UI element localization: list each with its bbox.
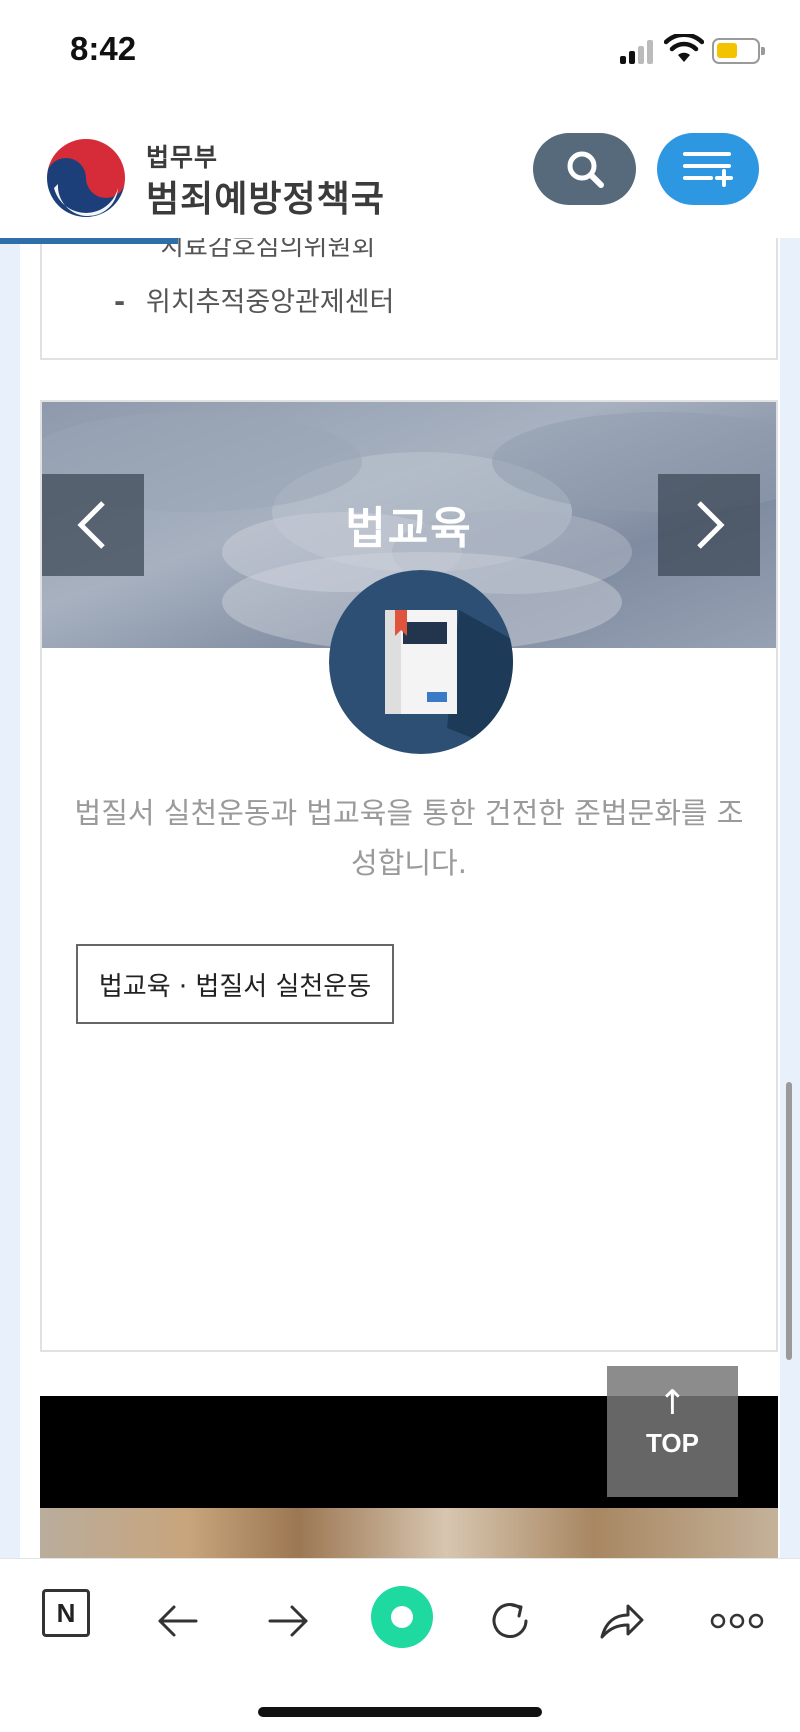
- naver-n-button[interactable]: N: [42, 1589, 90, 1637]
- page-content[interactable]: 치료감호심의위원회 - 위치추적중앙관제센터 법교육 법질서 실천운동과 법교육…: [0, 238, 800, 1558]
- home-button[interactable]: [366, 1581, 438, 1653]
- ministry-name: 법무부: [146, 143, 219, 172]
- submenu-list: 치료감호심의위원회 - 위치추적중앙관제센터: [40, 238, 778, 360]
- menu-plus-icon: [683, 152, 733, 187]
- home-dot-icon: [371, 1586, 433, 1648]
- wifi-icon: [664, 34, 704, 62]
- browser-toolbar: N: [0, 1558, 800, 1732]
- forward-arrow-icon: [268, 1605, 308, 1637]
- refresh-button[interactable]: [478, 1589, 542, 1653]
- chevron-right-icon: [697, 501, 725, 549]
- book-icon: [329, 570, 513, 754]
- department-name[interactable]: 범죄예방정책국: [146, 170, 385, 222]
- refresh-icon: [492, 1603, 528, 1638]
- next-slide-button[interactable]: [658, 474, 760, 576]
- status-time: 8:42: [70, 30, 137, 67]
- battery-icon: [712, 38, 765, 64]
- list-item-cut[interactable]: 치료감호심의위원회: [160, 238, 375, 263]
- list-item[interactable]: - 위치추적중앙관제센터: [114, 280, 394, 319]
- top-label: TOP: [646, 1428, 699, 1458]
- next-card-photo: [40, 1508, 778, 1558]
- share-icon: [600, 1604, 644, 1639]
- arrow-up-icon: ↑: [658, 1383, 687, 1423]
- search-icon: [567, 151, 604, 188]
- more-button[interactable]: [702, 1589, 772, 1653]
- scroll-progress-bar: [0, 238, 178, 244]
- cellular-signal-icon: [620, 40, 660, 64]
- government-logo-icon[interactable]: [44, 136, 128, 220]
- content-column: 치료감호심의위원회 - 위치추적중앙관제센터 법교육 법질서 실천운동과 법교육…: [20, 238, 780, 1558]
- more-icon: [710, 1613, 764, 1629]
- law-education-card: 법교육 법질서 실천운동과 법교육을 통한 건전한 준법문화를 조성합니다. 법: [40, 400, 778, 1352]
- scroll-top-button[interactable]: ↑ TOP: [607, 1366, 738, 1497]
- list-item-label: 위치추적중앙관제센터: [146, 287, 395, 318]
- back-button[interactable]: [146, 1589, 210, 1653]
- status-bar: 8:42: [0, 0, 800, 100]
- site-header: 법무부 범죄예방정책국: [0, 100, 800, 238]
- home-indicator: [258, 1707, 542, 1717]
- card-description: 법질서 실천운동과 법교육을 통한 건전한 준법문화를 조성합니다.: [74, 796, 744, 880]
- back-arrow-icon: [158, 1605, 198, 1637]
- search-button[interactable]: [533, 133, 636, 205]
- forward-button[interactable]: [256, 1589, 320, 1653]
- scrollbar[interactable]: [786, 1082, 792, 1360]
- menu-button[interactable]: [657, 133, 759, 205]
- law-education-link-button[interactable]: 법교육 · 법질서 실천운동: [76, 944, 394, 1024]
- share-button[interactable]: [590, 1589, 654, 1653]
